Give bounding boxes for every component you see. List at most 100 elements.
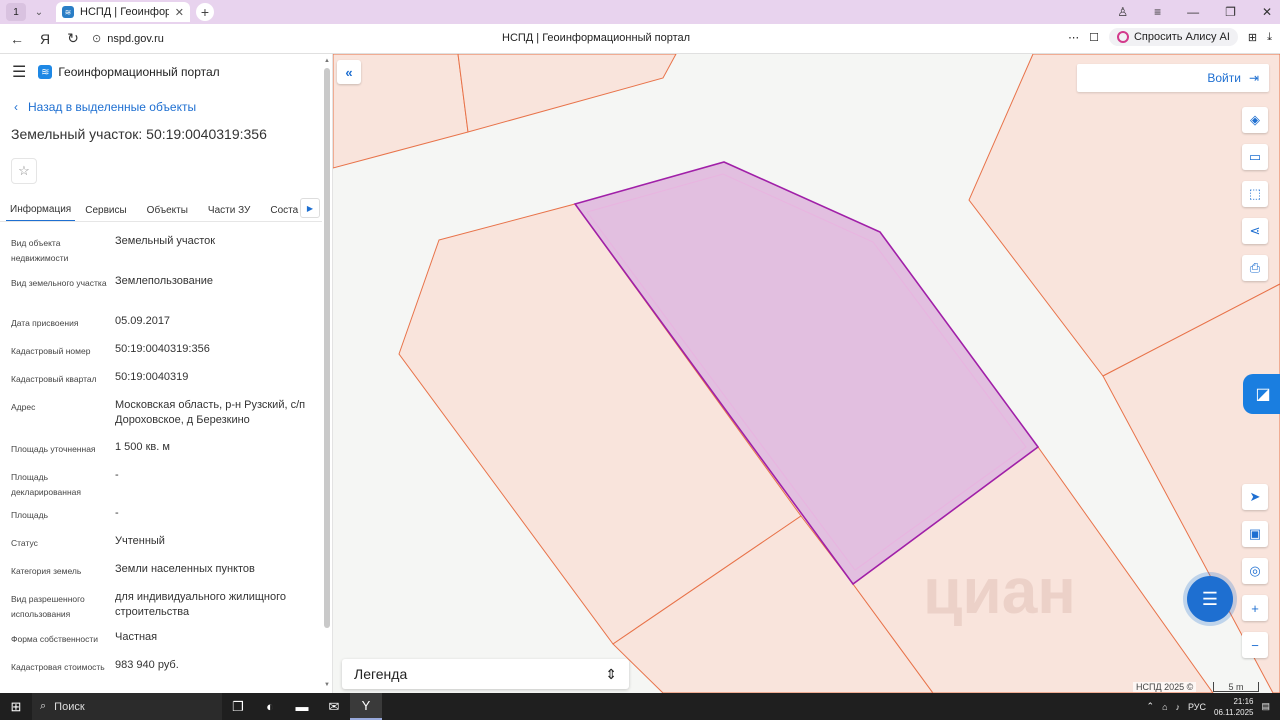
scroll-up-icon[interactable]: ▲ xyxy=(324,58,330,64)
select-area-icon[interactable]: ⬚ xyxy=(1242,181,1268,207)
object-panel: ☰ ≋ Геоинформационный портал ‹ Назад в в… xyxy=(0,54,333,693)
clock-date: 06.11.2025 xyxy=(1214,707,1254,717)
property-row: Кадастровая стоимость 983 940 руб. xyxy=(11,656,332,684)
tabs-scroll-right-icon[interactable]: ▶ xyxy=(300,198,320,218)
language-indicator[interactable]: РУС xyxy=(1188,702,1206,712)
property-list: Вид объекта недвижимости Земельный участо… xyxy=(0,232,332,684)
downloads-icon[interactable]: ⤓ xyxy=(1267,31,1272,44)
search-location-icon[interactable]: ◎ xyxy=(1242,558,1268,584)
clock[interactable]: 21:16 06.11.2025 xyxy=(1214,696,1253,718)
close-tab-icon[interactable]: ✕ xyxy=(175,6,184,19)
task-view-icon[interactable]: ❐ xyxy=(222,693,254,720)
property-key: Кадастровый квартал xyxy=(11,374,97,384)
property-row: Статус Учтенный xyxy=(11,532,332,560)
geolocation-icon[interactable]: ➤ xyxy=(1242,484,1268,510)
gosuslugi-icon[interactable]: ◪ xyxy=(1243,374,1280,414)
chevron-down-icon[interactable]: ⌄ xyxy=(30,3,48,21)
legend-dropdown[interactable]: Легенда ⇕ xyxy=(342,659,629,689)
browser-tab[interactable]: ≋ НСПД | Геоинформацио ✕ xyxy=(56,2,190,22)
scrollbar-thumb[interactable] xyxy=(324,68,330,628)
notification-icon[interactable]: ▤ xyxy=(1261,701,1270,712)
property-row: Вид разрешенного использования для индиви… xyxy=(11,588,332,628)
back-arrow-icon[interactable]: ← xyxy=(6,28,28,50)
close-window-button[interactable]: ✕ xyxy=(1262,5,1272,19)
collapse-panel-icon[interactable]: « xyxy=(337,60,361,84)
property-value: Земли населенных пунктов xyxy=(115,563,255,575)
windows-start-icon[interactable]: ⊞ xyxy=(0,699,32,715)
url-text: nspd.gov.ru xyxy=(107,32,164,45)
network-icon[interactable]: ⌂ xyxy=(1162,702,1167,712)
more-icon[interactable]: ⋯ xyxy=(1068,31,1079,44)
back-link[interactable]: ‹ Назад в выделенные объекты xyxy=(14,100,332,114)
new-tab-button[interactable]: + xyxy=(196,3,214,21)
panel-scrollbar[interactable]: ▲ ▼ xyxy=(324,58,330,688)
property-key: Кадастровая стоимость xyxy=(11,662,105,672)
zoom-in-button[interactable]: + xyxy=(1242,595,1268,621)
property-key: Адрес xyxy=(11,402,36,412)
neighbour-parcel xyxy=(457,54,677,133)
browser-tabbar: 1 ⌄ ≋ НСПД | Геоинформацио ✕ + ♙ ≡ — ❐ ✕ xyxy=(0,0,1280,24)
yandex-icon[interactable]: Я xyxy=(34,28,56,50)
portal-logo-icon: ≋ xyxy=(38,65,53,79)
bookmark-icon[interactable]: ☐ xyxy=(1089,31,1099,44)
map-canvas[interactable]: циан « Войти ⇥ ◈ ▭ ⬚ ⋖ ⎙ ◪ ➤ ▣ ◎ + − ☰ Л… xyxy=(333,54,1280,693)
tab-information[interactable]: Информация xyxy=(6,198,76,221)
search-icon: ⌕ xyxy=(40,700,47,712)
tab-parts[interactable]: Части ЗУ xyxy=(198,198,260,221)
portal-name: Геоинформационный портал xyxy=(58,65,220,79)
alisa-icon xyxy=(1116,31,1129,43)
site-favicon-icon: ≋ xyxy=(62,6,74,18)
zoom-out-button[interactable]: − xyxy=(1242,632,1268,658)
outlook-icon[interactable]: ✉ xyxy=(318,693,350,720)
extensions-icon[interactable]: ⊞ xyxy=(1248,31,1257,44)
property-value: - xyxy=(115,469,119,481)
tab-counter[interactable]: 1 xyxy=(6,3,26,21)
login-icon: ⇥ xyxy=(1248,71,1259,85)
property-value: 50:19:0040319:356 xyxy=(115,343,210,355)
property-row: Площадь - xyxy=(11,504,332,532)
property-row: Площадь уточненная 1 500 кв. м xyxy=(11,438,332,466)
maximize-button[interactable]: ❐ xyxy=(1225,5,1236,19)
portal-logo[interactable]: ≋ Геоинформационный портал xyxy=(38,65,220,79)
property-key: Вид земельного участка xyxy=(11,278,107,288)
layers-icon[interactable]: ◈ xyxy=(1242,107,1268,133)
file-explorer-icon[interactable]: ▬ xyxy=(286,693,318,720)
object-title: Земельный участок: 50:19:0040319:356 xyxy=(11,126,267,142)
property-key: Площадь xyxy=(11,510,49,520)
property-row: Форма собственности Частная xyxy=(11,628,332,656)
alisa-button[interactable]: Спросить Алису AI xyxy=(1108,28,1238,46)
property-value: - xyxy=(115,507,119,519)
share-icon[interactable]: ⋖ xyxy=(1242,218,1268,244)
reload-icon[interactable]: ↻ xyxy=(62,28,84,50)
volume-icon[interactable]: ♪ xyxy=(1176,702,1181,712)
tab-objects[interactable]: Объекты xyxy=(137,198,198,221)
chat-icon[interactable]: ☰ xyxy=(1187,576,1233,622)
minimize-button[interactable]: — xyxy=(1187,5,1199,19)
panel-header: ☰ ≋ Геоинформационный портал xyxy=(0,54,332,90)
login-label: Войти xyxy=(1207,71,1241,85)
property-row: Категория земель Земли населенных пунктов xyxy=(11,560,332,588)
menu-icon[interactable]: ≡ xyxy=(1154,5,1161,19)
chevron-left-icon: ‹ xyxy=(14,100,18,114)
expand-icon: ⇕ xyxy=(605,665,617,682)
back-link-label: Назад в выделенные объекты xyxy=(28,100,197,114)
minimap-icon[interactable]: ▣ xyxy=(1242,521,1268,547)
hamburger-menu-icon[interactable]: ☰ xyxy=(12,62,26,82)
yandex-browser-icon[interactable]: Y xyxy=(350,693,382,720)
tray-arrow-icon[interactable]: ⌃ xyxy=(1147,701,1155,712)
page-title: НСПД | Геоинформационный портал xyxy=(502,32,691,44)
url-field[interactable]: ⊙ nspd.gov.ru xyxy=(92,32,164,46)
tab-title: НСПД | Геоинформацио xyxy=(80,6,169,18)
property-key: Площадь декларированная xyxy=(11,472,81,497)
scroll-down-icon[interactable]: ▼ xyxy=(324,682,330,688)
print-icon[interactable]: ⎙ xyxy=(1242,255,1268,281)
taskbar-search[interactable]: ⌕ Поиск xyxy=(32,693,222,720)
favorite-star-icon[interactable]: ☆ xyxy=(11,158,37,184)
property-row: Вид земельного участка Землепользование xyxy=(11,272,332,312)
edge-icon[interactable]: ◐ xyxy=(254,693,286,720)
clock-time: 21:16 xyxy=(1233,696,1254,706)
ruler-icon[interactable]: ▭ xyxy=(1242,144,1268,170)
tab-services[interactable]: Сервисы xyxy=(75,198,136,221)
profile-icon[interactable]: ♙ xyxy=(1117,5,1128,19)
login-button[interactable]: Войти ⇥ xyxy=(1077,64,1269,92)
